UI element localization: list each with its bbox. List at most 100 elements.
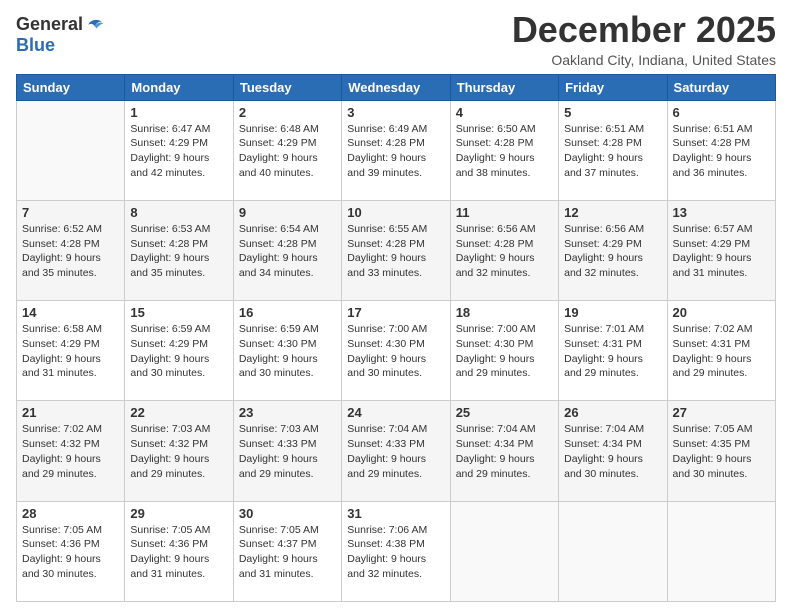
calendar-cell: 11 Sunrise: 6:56 AMSunset: 4:28 PMDayligh… [450, 200, 558, 300]
day-info: Sunrise: 7:04 AMSunset: 4:34 PMDaylight:… [564, 422, 661, 481]
calendar-cell: 12Sunrise: 6:56 AMSunset: 4:29 PMDayligh… [559, 200, 667, 300]
calendar-week-4: 21 Sunrise: 7:02 AMSunset: 4:32 PMDayligh… [17, 401, 776, 501]
day-info: Sunrise: 6:56 AMSunset: 4:29 PMDaylight:… [564, 222, 661, 281]
day-info: Sunrise: 6:50 AMSunset: 4:28 PMDaylight:… [456, 122, 553, 181]
day-header-tuesday: Tuesday [233, 74, 341, 100]
calendar-cell: 7 Sunrise: 6:52 AMSunset: 4:28 PMDaylight… [17, 200, 125, 300]
calendar-cell: 1 Sunrise: 6:47 AMSunset: 4:29 PMDaylight… [125, 100, 233, 200]
calendar-cell [450, 501, 558, 601]
day-info: Sunrise: 6:48 AMSunset: 4:29 PMDaylight:… [239, 122, 336, 181]
day-info: Sunrise: 6:51 AMSunset: 4:28 PMDaylight:… [673, 122, 770, 181]
day-header-wednesday: Wednesday [342, 74, 450, 100]
day-info: Sunrise: 6:54 AMSunset: 4:28 PMDaylight:… [239, 222, 336, 281]
calendar-cell: 8 Sunrise: 6:53 AMSunset: 4:28 PMDaylight… [125, 200, 233, 300]
title-section: December 2025 Oakland City, Indiana, Uni… [512, 10, 776, 68]
logo-blue-text: Blue [16, 35, 55, 55]
calendar-cell: 18 Sunrise: 7:00 AMSunset: 4:30 PMDayligh… [450, 301, 558, 401]
day-number: 14 [22, 305, 119, 320]
calendar-cell: 20 Sunrise: 7:02 AMSunset: 4:31 PMDayligh… [667, 301, 775, 401]
day-info: Sunrise: 7:02 AMSunset: 4:32 PMDaylight:… [22, 422, 119, 481]
day-number: 10 [347, 205, 444, 220]
day-number: 30 [239, 506, 336, 521]
day-info: Sunrise: 7:05 AMSunset: 4:37 PMDaylight:… [239, 523, 336, 582]
calendar-cell: 13 Sunrise: 6:57 AMSunset: 4:29 PMDayligh… [667, 200, 775, 300]
calendar-cell: 9 Sunrise: 6:54 AMSunset: 4:28 PMDaylight… [233, 200, 341, 300]
day-info: Sunrise: 6:52 AMSunset: 4:28 PMDaylight:… [22, 222, 119, 281]
calendar-cell: 14Sunrise: 6:58 AMSunset: 4:29 PMDayligh… [17, 301, 125, 401]
calendar-cell: 24 Sunrise: 7:04 AMSunset: 4:33 PMDayligh… [342, 401, 450, 501]
day-info: Sunrise: 7:05 AMSunset: 4:36 PMDaylight:… [130, 523, 227, 582]
calendar-cell: 19Sunrise: 7:01 AMSunset: 4:31 PMDayligh… [559, 301, 667, 401]
calendar-cell: 16 Sunrise: 6:59 AMSunset: 4:30 PMDayligh… [233, 301, 341, 401]
day-info: Sunrise: 6:59 AMSunset: 4:30 PMDaylight:… [239, 322, 336, 381]
day-info: Sunrise: 6:57 AMSunset: 4:29 PMDaylight:… [673, 222, 770, 281]
calendar-cell: 29Sunrise: 7:05 AMSunset: 4:36 PMDayligh… [125, 501, 233, 601]
day-info: Sunrise: 7:05 AMSunset: 4:36 PMDaylight:… [22, 523, 119, 582]
calendar-cell: 4Sunrise: 6:50 AMSunset: 4:28 PMDaylight… [450, 100, 558, 200]
calendar-cell: 10Sunrise: 6:55 AMSunset: 4:28 PMDayligh… [342, 200, 450, 300]
logo-bird-icon [85, 15, 105, 35]
day-header-friday: Friday [559, 74, 667, 100]
day-number: 2 [239, 105, 336, 120]
day-info: Sunrise: 7:02 AMSunset: 4:31 PMDaylight:… [673, 322, 770, 381]
calendar-cell: 28 Sunrise: 7:05 AMSunset: 4:36 PMDayligh… [17, 501, 125, 601]
day-info: Sunrise: 7:04 AMSunset: 4:33 PMDaylight:… [347, 422, 444, 481]
day-number: 13 [673, 205, 770, 220]
day-info: Sunrise: 7:03 AMSunset: 4:32 PMDaylight:… [130, 422, 227, 481]
calendar-cell [17, 100, 125, 200]
day-info: Sunrise: 7:03 AMSunset: 4:33 PMDaylight:… [239, 422, 336, 481]
day-number: 28 [22, 506, 119, 521]
day-number: 15 [130, 305, 227, 320]
calendar-week-3: 14Sunrise: 6:58 AMSunset: 4:29 PMDayligh… [17, 301, 776, 401]
day-info: Sunrise: 7:05 AMSunset: 4:35 PMDaylight:… [673, 422, 770, 481]
day-number: 21 [22, 405, 119, 420]
day-number: 1 [130, 105, 227, 120]
calendar-cell: 17Sunrise: 7:00 AMSunset: 4:30 PMDayligh… [342, 301, 450, 401]
calendar-cell: 5Sunrise: 6:51 AMSunset: 4:28 PMDaylight… [559, 100, 667, 200]
calendar-cell: 26 Sunrise: 7:04 AMSunset: 4:34 PMDayligh… [559, 401, 667, 501]
day-header-monday: Monday [125, 74, 233, 100]
calendar-cell: 25Sunrise: 7:04 AMSunset: 4:34 PMDayligh… [450, 401, 558, 501]
day-number: 16 [239, 305, 336, 320]
day-info: Sunrise: 6:59 AMSunset: 4:29 PMDaylight:… [130, 322, 227, 381]
day-number: 31 [347, 506, 444, 521]
day-number: 22 [130, 405, 227, 420]
day-number: 20 [673, 305, 770, 320]
day-info: Sunrise: 7:04 AMSunset: 4:34 PMDaylight:… [456, 422, 553, 481]
day-info: Sunrise: 7:01 AMSunset: 4:31 PMDaylight:… [564, 322, 661, 381]
day-number: 8 [130, 205, 227, 220]
day-info: Sunrise: 7:00 AMSunset: 4:30 PMDaylight:… [456, 322, 553, 381]
calendar-week-2: 7 Sunrise: 6:52 AMSunset: 4:28 PMDaylight… [17, 200, 776, 300]
calendar-table: SundayMondayTuesdayWednesdayThursdayFrid… [16, 74, 776, 602]
day-info: Sunrise: 6:49 AMSunset: 4:28 PMDaylight:… [347, 122, 444, 181]
day-info: Sunrise: 6:53 AMSunset: 4:28 PMDaylight:… [130, 222, 227, 281]
location-text: Oakland City, Indiana, United States [512, 52, 776, 68]
calendar-header-row: SundayMondayTuesdayWednesdayThursdayFrid… [17, 74, 776, 100]
day-number: 11 [456, 205, 553, 220]
day-number: 9 [239, 205, 336, 220]
day-info: Sunrise: 6:56 AMSunset: 4:28 PMDaylight:… [456, 222, 553, 281]
day-header-sunday: Sunday [17, 74, 125, 100]
calendar-cell: 30 Sunrise: 7:05 AMSunset: 4:37 PMDayligh… [233, 501, 341, 601]
header: General Blue December 2025 Oakland City,… [16, 10, 776, 68]
calendar-cell: 21 Sunrise: 7:02 AMSunset: 4:32 PMDayligh… [17, 401, 125, 501]
calendar-week-5: 28 Sunrise: 7:05 AMSunset: 4:36 PMDayligh… [17, 501, 776, 601]
main-container: General Blue December 2025 Oakland City,… [0, 0, 792, 612]
calendar-cell: 31Sunrise: 7:06 AMSunset: 4:38 PMDayligh… [342, 501, 450, 601]
day-number: 23 [239, 405, 336, 420]
calendar-cell: 15 Sunrise: 6:59 AMSunset: 4:29 PMDayligh… [125, 301, 233, 401]
day-info: Sunrise: 6:47 AMSunset: 4:29 PMDaylight:… [130, 122, 227, 181]
calendar-week-1: 1 Sunrise: 6:47 AMSunset: 4:29 PMDaylight… [17, 100, 776, 200]
calendar-cell [667, 501, 775, 601]
calendar-cell [559, 501, 667, 601]
day-number: 7 [22, 205, 119, 220]
day-number: 3 [347, 105, 444, 120]
calendar-cell: 22 Sunrise: 7:03 AMSunset: 4:32 PMDayligh… [125, 401, 233, 501]
day-number: 24 [347, 405, 444, 420]
calendar-cell: 23 Sunrise: 7:03 AMSunset: 4:33 PMDayligh… [233, 401, 341, 501]
logo: General Blue [16, 10, 105, 56]
calendar-cell: 2 Sunrise: 6:48 AMSunset: 4:29 PMDaylight… [233, 100, 341, 200]
day-number: 26 [564, 405, 661, 420]
day-number: 18 [456, 305, 553, 320]
day-header-thursday: Thursday [450, 74, 558, 100]
